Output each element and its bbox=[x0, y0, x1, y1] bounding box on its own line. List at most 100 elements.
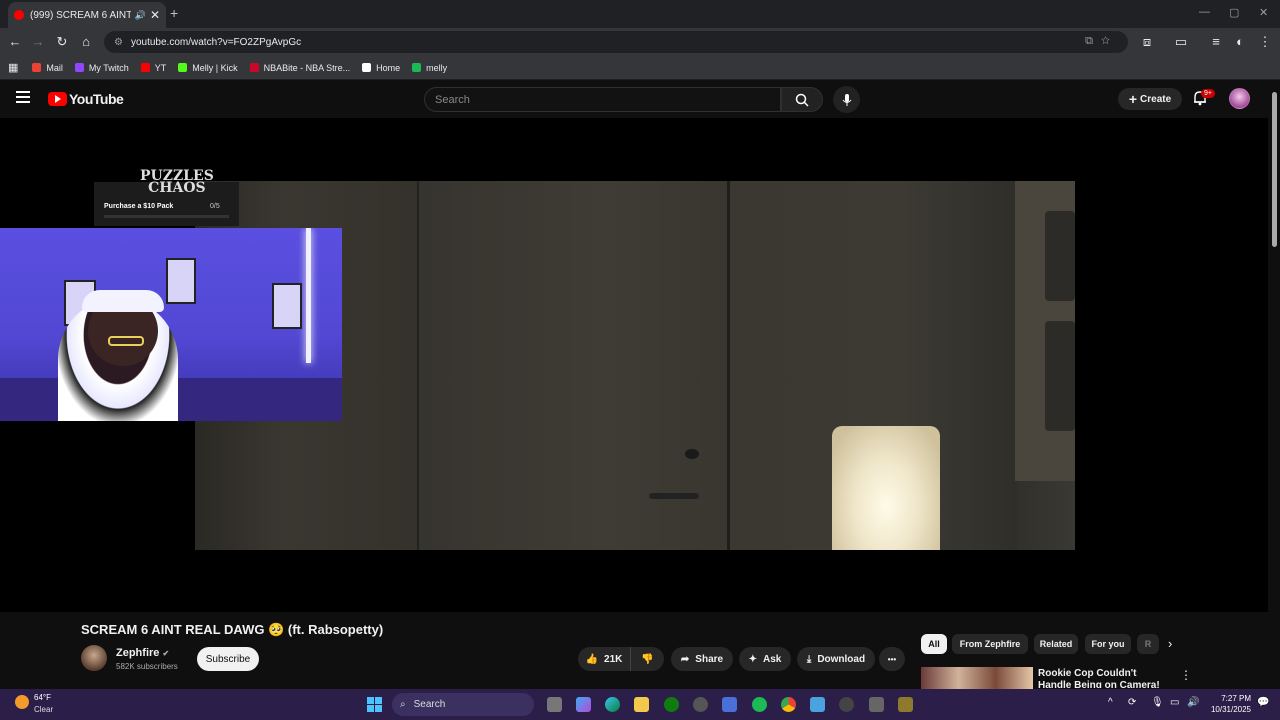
bookmark-favicon-icon bbox=[74, 63, 84, 72]
tab-close-icon[interactable]: ✕ bbox=[150, 8, 160, 22]
taskbar-clock[interactable]: 7:27 PM 10/31/2025 bbox=[1209, 693, 1251, 715]
bookmark-item[interactable]: NBABite - NBA Stre... bbox=[249, 63, 350, 73]
network-icon[interactable]: ▭ bbox=[1170, 697, 1179, 708]
search-button[interactable] bbox=[781, 87, 823, 112]
share-button[interactable]: ➦ Share bbox=[671, 647, 733, 671]
weather-condition[interactable]: Clear bbox=[34, 705, 53, 714]
webcam-poster bbox=[166, 258, 196, 304]
minimize-button[interactable]: — bbox=[1199, 6, 1210, 18]
chrome-icon[interactable] bbox=[781, 697, 796, 712]
bookmark-item[interactable]: My Twitch bbox=[74, 62, 129, 73]
recommendation-menu-icon[interactable]: ⋮ bbox=[1180, 668, 1192, 682]
tray-overflow-icon[interactable]: ^ bbox=[1108, 697, 1113, 708]
browser-menu-icon[interactable]: ⋮ bbox=[1257, 34, 1273, 50]
share-icon: ➦ bbox=[680, 653, 690, 665]
video-scene-handle bbox=[649, 493, 699, 499]
spotify-icon[interactable] bbox=[752, 697, 767, 712]
tab-title: (999) SCREAM 6 AINT REAL bbox=[30, 9, 131, 21]
bookmark-favicon-icon bbox=[32, 63, 42, 72]
browser-tab[interactable]: (999) SCREAM 6 AINT REAL 🔊 ✕ bbox=[8, 2, 166, 28]
download-icon: ⤓ bbox=[806, 653, 812, 665]
bookmark-favicon-icon bbox=[140, 63, 150, 72]
recommendation-title[interactable]: Rookie Cop Couldn't Handle Being on Came… bbox=[1038, 668, 1168, 688]
task-view-icon[interactable] bbox=[547, 697, 562, 712]
file-explorer-icon[interactable] bbox=[634, 697, 649, 712]
maximize-button[interactable]: ▢ bbox=[1229, 6, 1239, 19]
edge-icon[interactable] bbox=[605, 697, 620, 712]
account-avatar[interactable] bbox=[1229, 88, 1250, 109]
app-icon[interactable] bbox=[898, 697, 913, 712]
chip-3[interactable]: For you bbox=[1085, 634, 1131, 654]
chevron-right-icon[interactable]: › bbox=[1168, 636, 1172, 651]
taskbar-search[interactable]: ⌕ Search bbox=[392, 693, 534, 716]
channel-name[interactable]: Zephfire ✔ bbox=[116, 647, 169, 659]
bookmark-star-icon[interactable]: ⧉☆ bbox=[1085, 35, 1118, 48]
more-actions-button[interactable]: ••• bbox=[879, 647, 905, 671]
download-label: Download bbox=[817, 653, 866, 665]
bookmark-label: Mail bbox=[46, 62, 63, 73]
chip-1[interactable]: From Zephfire bbox=[952, 634, 1028, 654]
site-info-icon[interactable]: ⚙ bbox=[114, 37, 123, 48]
back-arrow-icon[interactable]: ← bbox=[7, 34, 23, 49]
bookmark-item[interactable]: Mail bbox=[32, 63, 63, 73]
hamburger-menu-icon[interactable] bbox=[16, 91, 30, 103]
webcam-person-glasses bbox=[108, 336, 144, 346]
notification-center-icon[interactable]: 💬 bbox=[1257, 697, 1269, 708]
chip-2[interactable]: Related bbox=[1034, 634, 1078, 654]
new-tab-button[interactable]: + bbox=[170, 5, 178, 21]
scrollbar-thumb[interactable] bbox=[1272, 92, 1277, 247]
bookmark-item[interactable]: Melly | Kick bbox=[178, 63, 238, 73]
github-icon[interactable] bbox=[693, 697, 708, 712]
notification-badge: 9+ bbox=[1201, 89, 1215, 98]
apps-grid-icon[interactable]: ▦ bbox=[8, 61, 18, 74]
bookmark-favicon-icon bbox=[412, 63, 422, 72]
download-button[interactable]: ⤓ Download bbox=[797, 647, 875, 671]
youtube-logo-text[interactable]: YouTube bbox=[69, 91, 124, 107]
puzzles-chaos-logo: PUZZLES CHAOS bbox=[140, 169, 214, 195]
voice-search-button[interactable] bbox=[833, 86, 860, 113]
sidebar-icon[interactable]: ▭ bbox=[1173, 34, 1189, 50]
bookmark-item[interactable]: melly bbox=[412, 63, 447, 73]
weather-moon-icon[interactable] bbox=[15, 695, 29, 709]
tray-app-icon[interactable]: ⟳ bbox=[1128, 697, 1136, 708]
media-icon[interactable]: ≡ bbox=[1208, 34, 1224, 49]
youtube-logo-icon[interactable] bbox=[48, 92, 67, 106]
weather-temperature[interactable]: 64°F bbox=[34, 693, 51, 702]
thumbs-down-icon: 👎 bbox=[641, 653, 654, 665]
dislike-button[interactable]: 👎 bbox=[630, 647, 664, 671]
bookmark-item[interactable]: Home bbox=[362, 63, 400, 73]
profile-icon[interactable]: ◐ bbox=[1232, 34, 1248, 49]
forward-arrow-icon[interactable]: → bbox=[30, 34, 46, 49]
subscribe-button[interactable]: Subscribe bbox=[197, 647, 259, 671]
microphone-icon[interactable]: 🎙 bbox=[1151, 697, 1164, 708]
home-icon[interactable]: ⌂ bbox=[78, 34, 94, 49]
store-icon[interactable] bbox=[722, 697, 737, 712]
photos-icon[interactable] bbox=[810, 697, 825, 712]
recommendation-thumbnail[interactable] bbox=[921, 667, 1033, 689]
copilot-icon[interactable] bbox=[576, 697, 591, 712]
search-input[interactable]: Search bbox=[424, 87, 781, 112]
bookmark-favicon-icon bbox=[362, 63, 372, 72]
extensions-icon[interactable]: ⧈ bbox=[1139, 34, 1155, 50]
bookmark-label: My Twitch bbox=[88, 62, 129, 73]
ask-button[interactable]: ✦ Ask bbox=[739, 647, 791, 671]
subscriber-count: 582K subscribers bbox=[116, 662, 178, 671]
reload-icon[interactable]: ↻ bbox=[54, 34, 70, 50]
channel-avatar[interactable] bbox=[81, 645, 107, 671]
speaker-icon[interactable]: 🔊 bbox=[135, 10, 146, 21]
xbox-icon[interactable] bbox=[664, 697, 679, 712]
stream-goal-widget: PUZZLES CHAOS Purchase a $10 Pack 0/5 bbox=[94, 169, 239, 226]
windows-start-icon[interactable] bbox=[367, 697, 382, 712]
volume-icon[interactable]: 🔊 bbox=[1187, 697, 1199, 708]
chip-4[interactable]: R bbox=[1137, 634, 1159, 654]
address-bar[interactable]: ⚙ youtube.com/watch?v=FO2ZPgAvpGc ⧉☆ bbox=[104, 31, 1128, 53]
app-icon[interactable] bbox=[869, 697, 884, 712]
chip-0[interactable]: All bbox=[921, 634, 947, 654]
bookmark-item[interactable]: YT bbox=[140, 63, 166, 73]
create-button[interactable]: + Create bbox=[1118, 88, 1182, 110]
plus-icon: + bbox=[1128, 91, 1138, 107]
channel-name-text[interactable]: Zephfire bbox=[116, 647, 159, 659]
like-button[interactable]: 👍 21K bbox=[578, 647, 630, 671]
close-window-button[interactable]: ✕ bbox=[1259, 6, 1268, 19]
media-player-icon[interactable] bbox=[839, 697, 854, 712]
